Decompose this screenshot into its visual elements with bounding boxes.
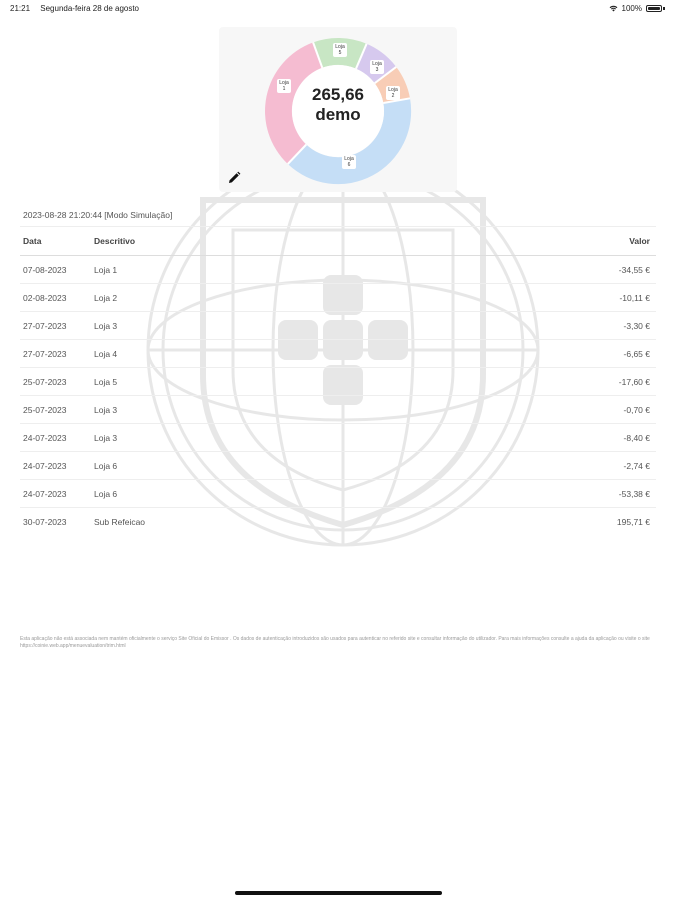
table-row[interactable]: 27-07-2023 Loja 4 -6,65 € xyxy=(20,339,656,368)
row-description: Loja 4 xyxy=(91,339,417,368)
table-row[interactable]: 24-07-2023 Loja 3 -8,40 € xyxy=(20,423,656,452)
row-value: -6,65 € xyxy=(416,339,656,368)
session-info: 2023-08-28 21:20:44 [Modo Simulação] xyxy=(20,208,656,227)
chart-total: 265,66 xyxy=(312,85,364,104)
table-row[interactable]: 30-07-2023 Sub Refeicao 195,71 € xyxy=(20,508,656,536)
header-date: Data xyxy=(20,227,91,256)
row-description: Loja 3 xyxy=(91,311,417,340)
battery-icon xyxy=(646,5,662,12)
table-row[interactable]: 24-07-2023 Loja 6 -2,74 € xyxy=(20,451,656,480)
chart-label: demo xyxy=(315,105,361,124)
header-description: Descritivo xyxy=(91,227,417,256)
slice-label-loja3: Loja 3 xyxy=(370,60,384,74)
row-value: -8,40 € xyxy=(416,423,656,452)
row-date: 25-07-2023 xyxy=(20,367,91,396)
row-description: Loja 3 xyxy=(91,395,417,424)
row-date: 25-07-2023 xyxy=(20,395,91,424)
row-date: 24-07-2023 xyxy=(20,479,91,508)
row-description: Sub Refeicao xyxy=(94,516,146,527)
disclaimer-text: Esta aplicação não está associada nem ma… xyxy=(20,636,650,649)
pencil-icon[interactable] xyxy=(227,171,241,185)
table-header-row: Data Descritivo Valor xyxy=(20,227,656,256)
transactions-table: Data Descritivo Valor 07-08-2023 Loja 1 … xyxy=(20,227,656,535)
row-date: 24-07-2023 xyxy=(20,451,91,480)
table-row[interactable]: 24-07-2023 Loja 6 -53,38 € xyxy=(20,479,656,508)
row-description: Loja 1 xyxy=(91,255,417,284)
transactions-section: 2023-08-28 21:20:44 [Modo Simulação] Dat… xyxy=(20,208,656,535)
table-row[interactable]: 25-07-2023 Loja 3 -0,70 € xyxy=(20,395,656,424)
row-description: Loja 5 xyxy=(91,367,417,396)
header-value: Valor xyxy=(416,227,656,256)
row-value: -53,38 € xyxy=(416,479,656,508)
table-row[interactable]: 02-08-2023 Loja 2 -10,11 € xyxy=(20,283,656,312)
row-value: -34,55 € xyxy=(416,255,656,284)
row-value: -10,11 € xyxy=(416,283,656,312)
wifi-icon xyxy=(609,5,617,12)
status-date: Segunda-feira 28 de agosto xyxy=(40,4,140,13)
row-value: -2,74 € xyxy=(416,451,656,480)
row-date: 27-07-2023 xyxy=(20,311,91,340)
row-description: Loja 6 xyxy=(91,451,417,480)
battery-percent: 100% xyxy=(621,4,642,13)
donut-chart-card[interactable]: Loja 1 Loja 5 Loja 3 Loja 2 Loja 6 265,6… xyxy=(219,27,457,192)
row-value: -17,60 € xyxy=(416,367,656,396)
battery-tip xyxy=(663,7,665,10)
table-row[interactable]: 27-07-2023 Loja 3 -3,30 € xyxy=(20,311,656,340)
row-description: Loja 2 xyxy=(91,283,417,312)
row-date: 07-08-2023 xyxy=(20,255,91,284)
status-bar: 21:21 Segunda-feira 28 de agosto 100% xyxy=(0,0,675,16)
row-date: 27-07-2023 xyxy=(20,339,91,368)
home-indicator[interactable] xyxy=(235,891,442,895)
status-time: 21:21 xyxy=(10,4,31,13)
row-value: -0,70 € xyxy=(416,395,656,424)
row-description: Loja 6 xyxy=(91,479,417,508)
row-value: -3,30 € xyxy=(416,311,656,340)
row-date: 24-07-2023 xyxy=(20,423,91,452)
slice-label-loja6: Loja 6 xyxy=(342,155,356,169)
chart-center: 265,66 demo xyxy=(288,85,388,125)
table-row[interactable]: 25-07-2023 Loja 5 -17,60 € xyxy=(20,367,656,396)
row-description: Loja 3 xyxy=(91,423,417,452)
row-value: 195,71 € xyxy=(616,516,650,527)
slice-label-loja2: Loja 2 xyxy=(386,86,400,100)
row-date: 30-07-2023 xyxy=(23,516,67,527)
row-date: 02-08-2023 xyxy=(20,283,91,312)
table-row[interactable]: 07-08-2023 Loja 1 -34,55 € xyxy=(20,255,656,284)
slice-label-loja5: Loja 5 xyxy=(333,43,347,57)
